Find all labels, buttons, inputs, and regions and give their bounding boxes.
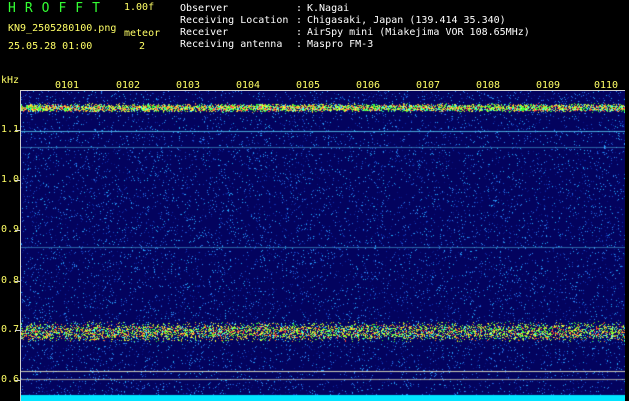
meta-value-receiver: AirSpy mini (Miakejima VOR 108.65MHz) [307,27,530,38]
meta-value-observer: K.Nagai [307,3,350,14]
meteor-label: meteor [124,28,161,39]
app-title: HROFFT [8,1,109,16]
header-panel: HROFFT 1.00f KN9_2505280100.png meteor 2… [0,0,629,72]
meta-label-receiver: Receiver [180,27,229,38]
meta-colon: : [296,3,303,14]
meta-label-antenna: Receiving antenna [180,39,283,50]
datetime-label: 25.05.28 01:00 [8,41,93,52]
meta-label-observer: Observer [180,3,229,14]
meta-colon: : [296,27,303,38]
version-label: 1.00f [124,2,155,13]
y-axis-unit: kHz [1,75,20,86]
spectrogram-canvas [21,91,625,401]
meta-label-location: Receiving Location [180,15,289,26]
spectrogram-plot [20,90,625,401]
meta-colon: : [296,39,303,50]
meta-value-location: Chigasaki, Japan (139.414 35.340) [307,15,506,26]
meta-value-antenna: Maspro FM-3 [307,39,374,50]
meta-colon: : [296,15,303,26]
filename-label: KN9_2505280100.png [8,23,117,34]
spectrogram-panel: kHz 0101 0102 0103 0104 0105 0106 0107 0… [0,72,629,401]
meteor-count: 2 [139,41,146,52]
